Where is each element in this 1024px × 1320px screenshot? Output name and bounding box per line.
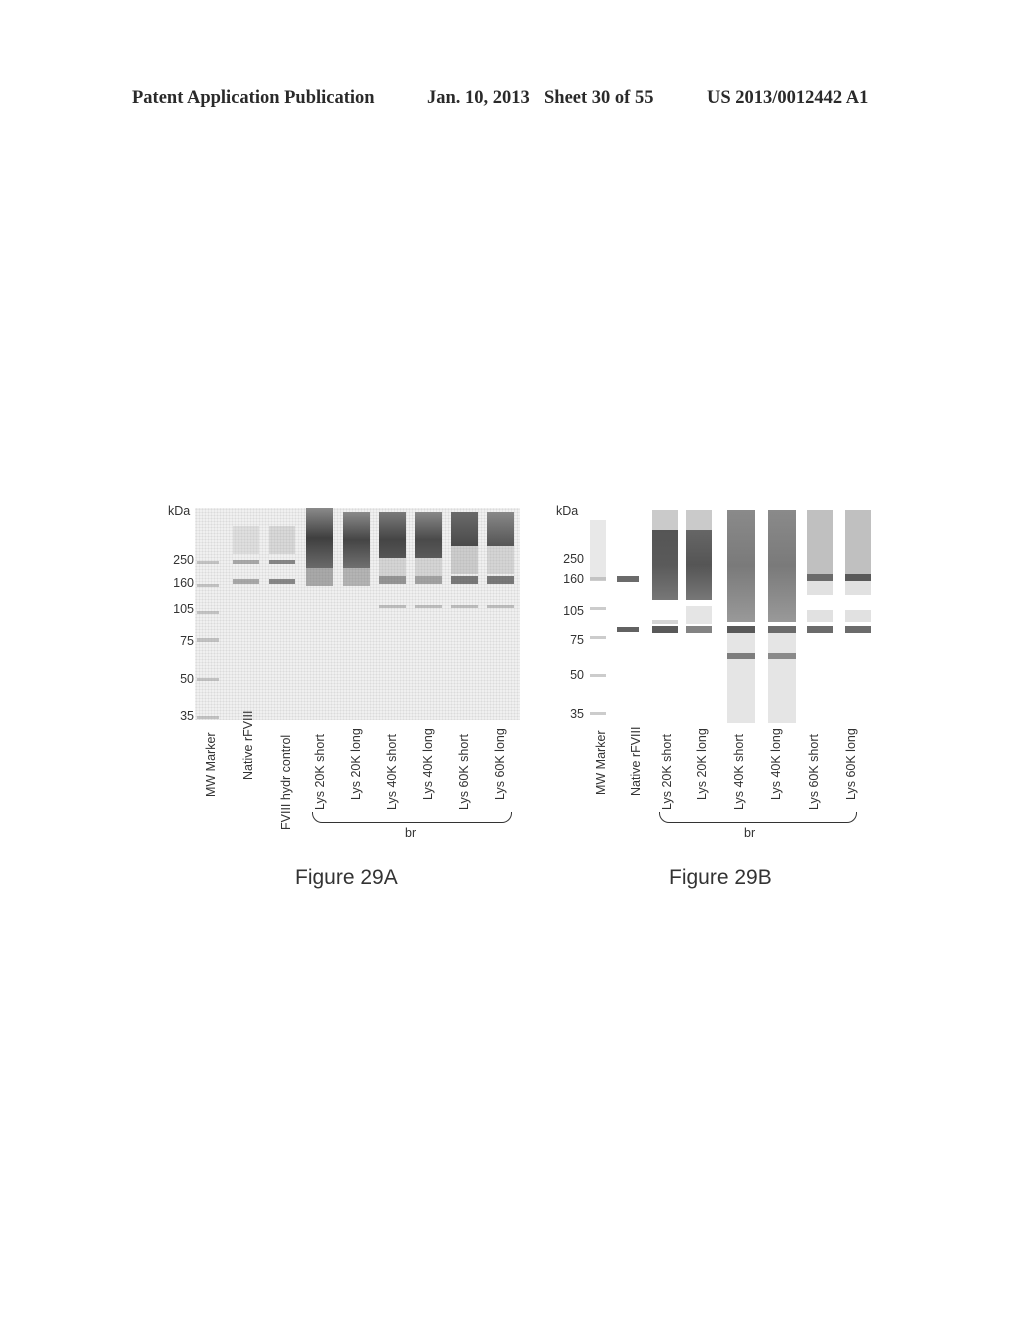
lane-label: Lys 60K short: [457, 734, 471, 810]
lane-label: Lys 60K long: [493, 728, 507, 800]
gel-lane: [269, 508, 295, 720]
marker-label: 50: [570, 668, 584, 682]
lane-label: MW Marker: [594, 730, 608, 795]
gel-lane: [306, 508, 333, 720]
lane-label: Lys 40K short: [385, 734, 399, 810]
bracket: [312, 812, 512, 823]
gel-lane: [379, 508, 406, 720]
marker-label: 75: [570, 633, 584, 647]
gel-lane: [727, 510, 755, 723]
lane-label: Native rFVIII: [241, 710, 255, 780]
marker-label: 250: [173, 553, 194, 567]
lane-label: Lys 40K long: [421, 728, 435, 800]
gel-lane: [768, 510, 796, 723]
marker-label: 75: [180, 634, 194, 648]
publication-date: Jan. 10, 2013: [427, 88, 530, 108]
lane-label: Lys 20K short: [660, 734, 674, 810]
kda-axis-title: kDa: [556, 504, 579, 518]
lane-label: FVIII hydr control: [279, 734, 293, 830]
lane-label: Lys 60K long: [844, 728, 858, 800]
gel-lane: [845, 510, 871, 722]
marker-label: 105: [173, 602, 194, 616]
marker-label: 35: [180, 709, 194, 723]
marker-label: 50: [180, 672, 194, 686]
bracket: [659, 812, 857, 823]
gel-lane: [451, 508, 478, 720]
lane-label: Lys 20K long: [695, 728, 709, 800]
marker-label: 160: [563, 572, 584, 586]
lane-label: Lys 40K long: [769, 728, 783, 800]
lane-label: Lys 40K short: [732, 734, 746, 810]
gel-lane: [487, 508, 514, 720]
lane-label: MW Marker: [204, 732, 218, 797]
bracket-label: br: [405, 826, 417, 840]
gel-lane: [807, 510, 833, 722]
patent-header: Patent Application Publication Jan. 10, …: [132, 88, 892, 118]
marker-label: 35: [570, 707, 584, 721]
gel-lane: [415, 508, 442, 720]
publication-title: Patent Application Publication: [132, 88, 375, 108]
bracket-label: br: [744, 826, 756, 840]
gel-lane: [233, 508, 259, 720]
marker-label: 250: [563, 552, 584, 566]
figure-29a: kDa 250 160 105 75 50 35 MW Marker Nativ…: [160, 500, 530, 900]
gel-lane: [652, 510, 678, 722]
figure-29b: kDa 250 160 105 75 50 35 MW Marker Nativ…: [550, 500, 880, 900]
gel-image: [195, 508, 520, 720]
marker-label: 160: [173, 576, 194, 590]
sheet-number: Sheet 30 of 55: [544, 88, 654, 108]
kda-axis-title: kDa: [168, 504, 191, 518]
gel-lane: [617, 510, 639, 722]
lane-label: Lys 20K short: [313, 734, 327, 810]
gel-lane: [686, 510, 712, 722]
figure-caption: Figure 29B: [669, 866, 772, 889]
lane-label: Native rFVIII: [629, 726, 643, 796]
patent-number: US 2013/0012442 A1: [707, 88, 869, 108]
figure-caption: Figure 29A: [295, 866, 398, 889]
gel-lane: [197, 508, 219, 720]
gel-image: [590, 510, 871, 723]
lane-label: Lys 60K short: [807, 734, 821, 810]
gel-lane: [590, 510, 606, 722]
lane-label: Lys 20K long: [349, 728, 363, 800]
gel-lane: [343, 508, 370, 720]
marker-label: 105: [563, 604, 584, 618]
